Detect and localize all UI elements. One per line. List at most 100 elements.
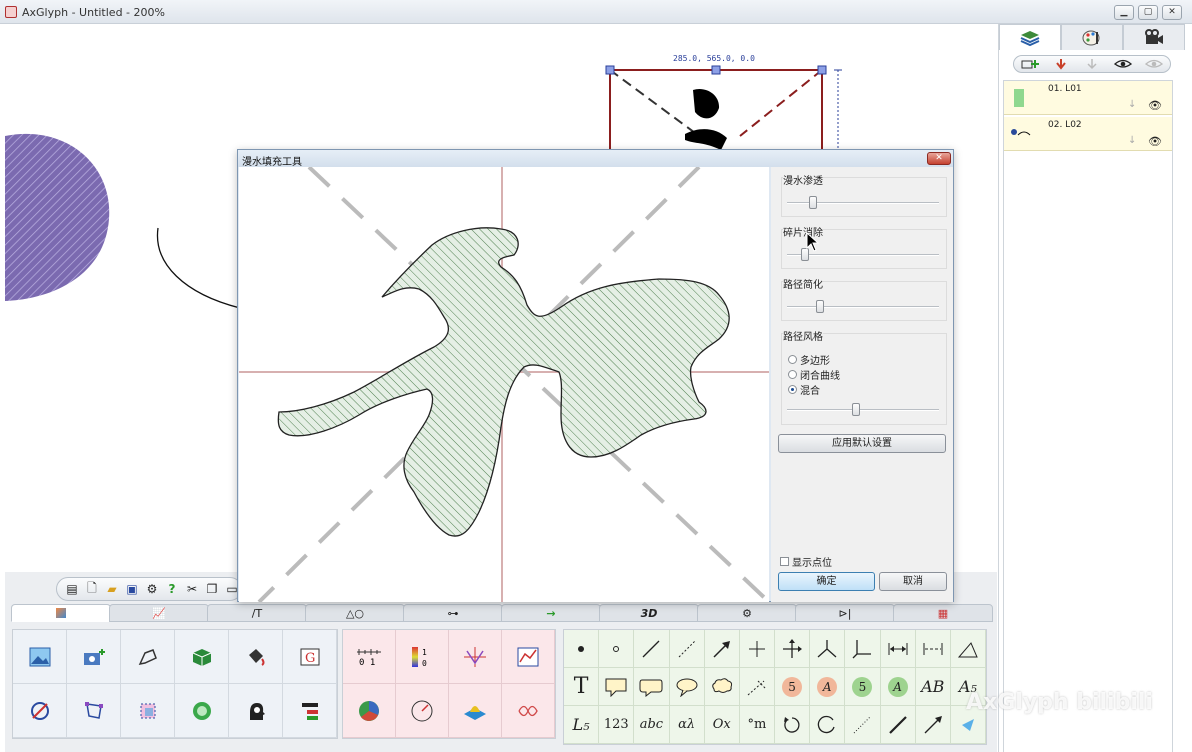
abc-tool[interactable]: abc	[634, 706, 670, 744]
callout-cloud-tool[interactable]	[704, 668, 740, 706]
corner-axis-tool[interactable]	[845, 630, 881, 668]
screenshot-tool[interactable]	[67, 630, 121, 684]
flood-slider[interactable]	[787, 196, 939, 209]
polygon-tool[interactable]	[67, 684, 121, 738]
layer-down-arrow-icon[interactable]: ↓	[1128, 135, 1136, 146]
rotate-arc-tool[interactable]	[775, 706, 811, 744]
tri-axis-tool[interactable]	[810, 630, 846, 668]
glyph-tool[interactable]: G	[283, 630, 337, 684]
dimension-tool[interactable]	[880, 630, 916, 668]
style-slider[interactable]	[787, 403, 939, 416]
menu-icon[interactable]: ▤	[63, 580, 81, 598]
arc-tool[interactable]	[810, 706, 846, 744]
radio-closed-curve[interactable]: 闭合曲线	[788, 367, 840, 382]
cancel-button[interactable]: 取消	[879, 572, 947, 591]
gauge-tool[interactable]	[396, 684, 449, 738]
bubble-green-5[interactable]: 5	[845, 668, 881, 706]
text-tool[interactable]: T	[564, 668, 600, 706]
tab-3d[interactable]: 3D	[599, 604, 699, 622]
cube-tool[interactable]	[175, 630, 229, 684]
dialog-close-button[interactable]: ✕	[927, 152, 951, 165]
bubble-green-a[interactable]: A	[880, 668, 916, 706]
thick-line-tool[interactable]	[880, 706, 916, 744]
layer-row[interactable]: 01. L01 ↓ 👁	[1004, 81, 1172, 115]
image-tool[interactable]	[13, 630, 67, 684]
spiral-tool[interactable]	[502, 684, 555, 738]
tab-camera[interactable]	[1123, 24, 1185, 50]
degree-tool[interactable]: °m	[739, 706, 775, 744]
colorbar-tool[interactable]: 10	[396, 630, 449, 684]
tab-text-lines[interactable]: /T	[207, 604, 307, 622]
add-layer-icon[interactable]	[1020, 57, 1040, 71]
flood-slider-thumb[interactable]	[809, 196, 817, 209]
visibility-eye-icon[interactable]	[1113, 57, 1133, 71]
math-letters-tool[interactable]: AB	[915, 668, 951, 706]
ox-tool[interactable]: Ox	[704, 706, 740, 744]
show-points-checkbox[interactable]: 显示点位	[780, 554, 832, 569]
bubble-orange-5[interactable]: 5	[775, 668, 811, 706]
fill-bucket-tool[interactable]	[229, 630, 283, 684]
fragment-slider[interactable]	[787, 248, 939, 261]
callout-tool[interactable]	[599, 668, 635, 706]
tab-layers[interactable]	[999, 24, 1061, 50]
style-slider-thumb[interactable]	[852, 403, 860, 416]
cut-icon[interactable]: ✂	[183, 580, 201, 598]
ring-tool[interactable]	[175, 684, 229, 738]
leader-line-tool[interactable]	[739, 668, 775, 706]
settings-icon[interactable]: ⚙	[143, 580, 161, 598]
layer-row[interactable]: 02. L02 ↓ 👁	[1004, 117, 1172, 151]
maximize-button[interactable]: ▢	[1138, 5, 1158, 20]
save-icon[interactable]: ▣	[123, 580, 141, 598]
arrow-tool[interactable]	[704, 630, 740, 668]
number-tool[interactable]: 123	[599, 706, 635, 744]
crop-tool[interactable]	[121, 684, 175, 738]
surface-tool[interactable]	[449, 684, 502, 738]
layer-down-arrow-icon[interactable]: ↓	[1128, 99, 1136, 110]
hollow-dot-tool[interactable]	[599, 630, 635, 668]
tab-circuit[interactable]: ⊳|	[795, 604, 895, 622]
radio-mixed[interactable]: 混合	[788, 382, 820, 397]
tab-arrows[interactable]: →	[501, 604, 601, 622]
radio-polygon[interactable]: 多边形	[788, 352, 830, 367]
dot-tool[interactable]	[564, 630, 600, 668]
open-folder-icon[interactable]: ▰	[103, 580, 121, 598]
thin-arrow-tool[interactable]	[915, 706, 951, 744]
help-icon[interactable]: ?	[163, 580, 181, 598]
tab-image-tools[interactable]	[11, 604, 111, 622]
angle-tool[interactable]	[950, 630, 986, 668]
move-down-icon[interactable]	[1082, 57, 1102, 71]
ok-button[interactable]: 确定	[778, 572, 875, 591]
list-tool[interactable]	[283, 684, 337, 738]
line-tool[interactable]	[634, 630, 670, 668]
dimension-dash-tool[interactable]	[915, 630, 951, 668]
apply-defaults-button[interactable]: 应用默认设置	[778, 434, 946, 453]
tab-shapes[interactable]: △○	[305, 604, 405, 622]
axis-cross-tool[interactable]	[775, 630, 811, 668]
tab-connectors[interactable]: ⊶	[403, 604, 503, 622]
layer-eye-icon[interactable]: 👁	[1148, 135, 1162, 148]
layer-eye-icon[interactable]: 👁	[1148, 99, 1162, 112]
tab-more[interactable]: ▦	[893, 604, 993, 622]
bubble-orange-a[interactable]: A	[810, 668, 846, 706]
merge-down-icon[interactable]	[1051, 57, 1071, 71]
copy-icon[interactable]: ❐	[203, 580, 221, 598]
tab-palette[interactable]	[1061, 24, 1123, 50]
pie-tool[interactable]	[343, 684, 396, 738]
crosshair-tool[interactable]	[739, 630, 775, 668]
new-file-icon[interactable]: 🗋	[83, 580, 101, 598]
tab-science[interactable]: ⚙	[697, 604, 797, 622]
callout-oval-tool[interactable]	[669, 668, 705, 706]
greek-tool[interactable]: αλ	[669, 706, 705, 744]
vector-field-tool[interactable]	[449, 630, 502, 684]
head-tool[interactable]	[229, 684, 283, 738]
plot-tool[interactable]	[502, 630, 555, 684]
dotted-line-tool[interactable]	[845, 706, 881, 744]
close-window-button[interactable]: ✕	[1162, 5, 1182, 20]
l5-tool[interactable]: L₅	[564, 706, 600, 744]
simplify-slider[interactable]	[787, 300, 939, 313]
circle-transform-tool[interactable]	[13, 684, 67, 738]
hide-eye-icon[interactable]	[1144, 57, 1164, 71]
simplify-slider-thumb[interactable]	[816, 300, 824, 313]
scale-tool[interactable]: 0 1	[343, 630, 396, 684]
tab-charts[interactable]: 📈	[109, 604, 209, 622]
